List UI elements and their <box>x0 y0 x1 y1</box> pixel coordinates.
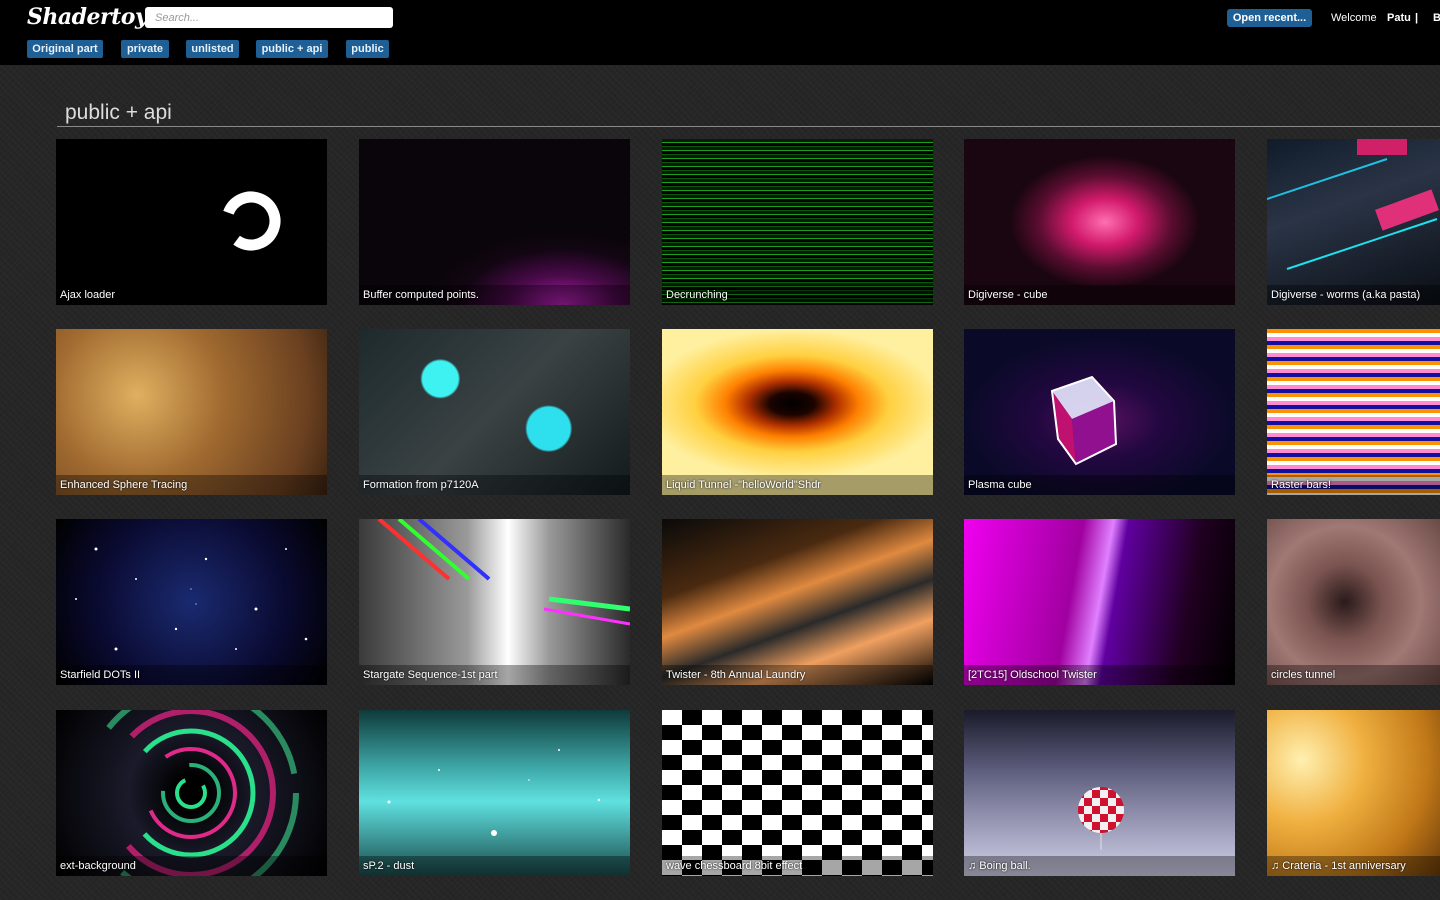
shader-tile[interactable]: Ajax loader <box>56 139 327 305</box>
shader-thumbnail <box>964 139 1235 305</box>
welcome-text: Welcome <box>1331 12 1377 24</box>
shader-tile[interactable]: [2TC15] Oldschool Twister <box>964 519 1235 685</box>
shader-thumbnail <box>964 519 1235 685</box>
shader-title: Enhanced Sphere Tracing <box>56 475 327 495</box>
header-separator: | <box>1415 12 1419 24</box>
boing-ball-icon <box>1078 787 1124 850</box>
shader-title: sP.2 - dust <box>359 856 630 876</box>
starfield-dots-icon <box>75 547 308 651</box>
shader-tile[interactable]: Digiverse - cube <box>964 139 1235 305</box>
shader-thumbnail <box>1267 139 1440 305</box>
shader-title: Decrunching <box>662 285 933 305</box>
loader-ring-icon <box>221 191 281 251</box>
shader-title: ♫ Crateria - 1st anniversary <box>1267 856 1440 876</box>
tag-unlisted[interactable]: unlisted <box>186 40 239 58</box>
shader-title: Stargate Sequence-1st part <box>359 665 630 685</box>
shader-tile[interactable]: wave chessboard 8bit effect <box>662 710 933 876</box>
shader-tile[interactable]: Digiverse - worms (a.ka pasta) <box>1267 139 1440 305</box>
shader-thumbnail <box>964 710 1235 876</box>
shader-title: Plasma cube <box>964 475 1235 495</box>
shader-tile[interactable]: Stargate Sequence-1st part <box>359 519 630 685</box>
glowing-cube-icon <box>1050 375 1118 466</box>
shader-thumbnail <box>56 139 327 305</box>
shader-title: wave chessboard 8bit effect <box>662 856 933 876</box>
shader-title: Raster bars! <box>1267 475 1440 495</box>
shader-title: Digiverse - cube <box>964 285 1235 305</box>
shader-title: Liquid Tunnel -"helloWorld"Shdr <box>662 475 933 495</box>
shader-thumbnail <box>359 710 630 876</box>
shader-thumbnail <box>662 710 933 876</box>
shader-tile[interactable]: Formation from p7120A <box>359 329 630 495</box>
tag-original-part[interactable]: Original part <box>27 40 103 58</box>
shader-thumbnail <box>56 329 327 495</box>
shader-title: Buffer computed points. <box>359 285 630 305</box>
shader-thumbnail <box>359 519 630 685</box>
shader-tile[interactable]: Liquid Tunnel -"helloWorld"Shdr <box>662 329 933 495</box>
shader-title: Ajax loader <box>56 285 327 305</box>
username-link[interactable]: Patu <box>1387 12 1411 24</box>
shader-tile[interactable]: Enhanced Sphere Tracing <box>56 329 327 495</box>
shader-thumbnail <box>1267 519 1440 685</box>
shader-tile[interactable]: Starfield DOTs II <box>56 519 327 685</box>
shader-title: Twister - 8th Annual Laundry <box>662 665 933 685</box>
shader-tile[interactable]: Decrunching <box>662 139 933 305</box>
shader-title: ext-background <box>56 856 327 876</box>
open-recent-button[interactable]: Open recent... <box>1227 9 1312 27</box>
shader-thumbnail <box>662 329 933 495</box>
dust-particles-icon <box>387 749 601 836</box>
shader-thumbnail <box>359 139 630 305</box>
tag-public[interactable]: public <box>346 40 389 58</box>
shader-title: Formation from p7120A <box>359 475 630 495</box>
worm-lines-icon <box>1267 139 1439 270</box>
section-divider <box>57 126 1440 127</box>
shader-tile[interactable]: Twister - 8th Annual Laundry <box>662 519 933 685</box>
shadertoy-logo[interactable]: Shadertoy <box>27 4 148 30</box>
shader-thumbnail <box>56 710 327 876</box>
shader-tile[interactable]: ♫ Crateria - 1st anniversary <box>1267 710 1440 876</box>
shader-thumbnail <box>662 519 933 685</box>
shader-thumbnail <box>1267 710 1440 876</box>
shader-tile[interactable]: Plasma cube <box>964 329 1235 495</box>
shader-tile[interactable]: Buffer computed points. <box>359 139 630 305</box>
shader-thumbnail <box>359 329 630 495</box>
concentric-rings-icon <box>83 710 299 876</box>
shader-tile[interactable]: Raster bars! <box>1267 329 1440 495</box>
shader-thumbnail <box>964 329 1235 495</box>
shader-tile[interactable]: ♫ Boing ball. <box>964 710 1235 876</box>
shader-title: ♫ Boing ball. <box>964 856 1235 876</box>
shader-title: circles tunnel <box>1267 665 1440 685</box>
shader-title: [2TC15] Oldschool Twister <box>964 665 1235 685</box>
tag-public-api[interactable]: public + api <box>256 40 328 58</box>
section-title: public + api <box>65 101 172 124</box>
shader-title: Starfield DOTs II <box>56 665 327 685</box>
shader-tile[interactable]: ext-background <box>56 710 327 876</box>
shader-thumbnail <box>56 519 327 685</box>
search-input[interactable] <box>145 7 393 28</box>
shader-thumbnail <box>662 139 933 305</box>
tag-private[interactable]: private <box>121 40 169 58</box>
top-bar: Shadertoy Open recent... Welcome Patu | … <box>0 0 1440 65</box>
shader-tile[interactable]: sP.2 - dust <box>359 710 630 876</box>
shader-tile[interactable]: circles tunnel <box>1267 519 1440 685</box>
truncated-menu-link[interactable]: B <box>1433 12 1440 24</box>
shader-thumbnail <box>1267 329 1440 495</box>
rainbow-streaks-icon <box>377 519 630 626</box>
shader-title: Digiverse - worms (a.ka pasta) <box>1267 285 1440 305</box>
